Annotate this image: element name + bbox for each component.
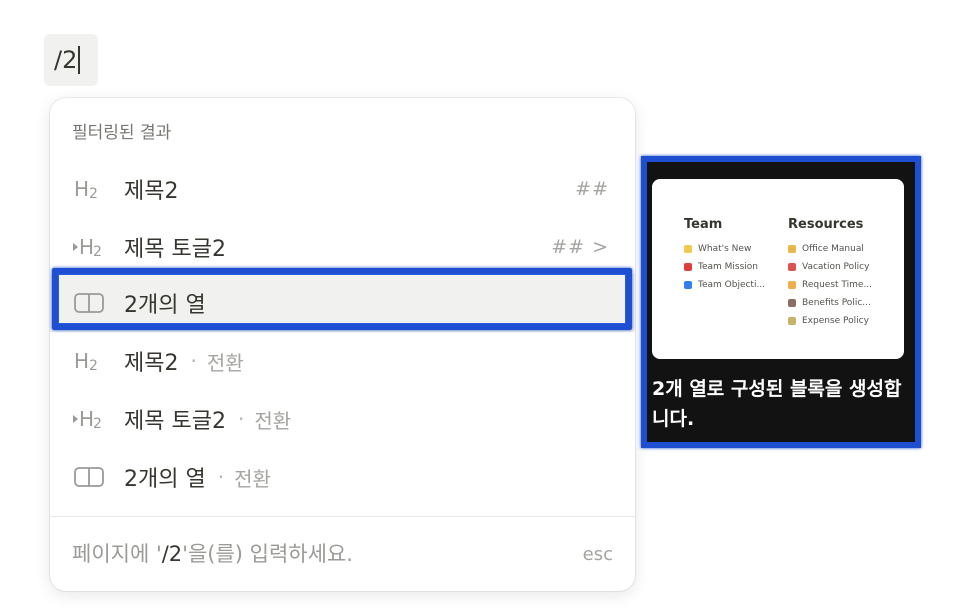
preview-row-label: Request Time... <box>802 280 873 290</box>
preview-column-team: Team What's New Team Mission Team Object… <box>684 217 765 294</box>
menu-item-title: 제목 토글2 <box>124 237 226 262</box>
preview-row: What's New <box>684 240 765 258</box>
section-label: 필터링된 결과 <box>72 123 172 143</box>
svg-text:H: H <box>74 350 89 372</box>
heading2-icon: H2 <box>72 175 106 203</box>
preview-row-label: What's New <box>698 244 752 254</box>
preview-row-label: Vacation Policy <box>802 262 870 272</box>
menu-item-separator: · <box>237 407 245 431</box>
command-query: /2 <box>54 46 78 74</box>
menu-item-heading2-turn-into[interactable]: H2 제목2 · 전환 <box>50 332 635 390</box>
menu-item-title: 2개의 열 <box>124 467 206 492</box>
svg-text:2: 2 <box>89 186 98 200</box>
footer-prefix: 페이지에 ' <box>72 542 162 566</box>
preview-row: Team Objecti... <box>684 276 765 294</box>
flag-icon <box>684 263 692 271</box>
preview-row: Benefits Polic... <box>788 294 872 312</box>
menu-item-shortcut: ## <box>575 178 609 200</box>
slash-command-menu: 필터링된 결과 H2 제목2 ## H2 제목 토글2 ## > 2개의 열 H… <box>50 98 635 591</box>
preview-column-heading: Resources <box>788 217 864 232</box>
coin-icon <box>788 299 796 307</box>
preview-thumbnail: Team What's New Team Mission Team Object… <box>652 179 904 359</box>
svg-text:2: 2 <box>93 244 102 258</box>
slash-command-input[interactable]: /2 <box>44 34 98 86</box>
menu-footer-hint: 페이지에 '/2'을(를) 입력하세요. <box>72 538 353 568</box>
preview-description: 2개 열로 구성된 블록을 생성합니다. <box>652 378 902 430</box>
svg-text:H: H <box>74 178 89 200</box>
preview-row-label: Team Mission <box>698 262 759 272</box>
folder-icon <box>788 245 796 253</box>
preview-row-label: Benefits Polic... <box>802 298 871 308</box>
block-preview-tooltip: Team What's New Team Mission Team Object… <box>641 156 921 448</box>
menu-item-subtitle: 전환 <box>206 350 244 375</box>
star-icon <box>684 245 692 253</box>
preview-column-heading: Team <box>684 217 723 232</box>
preview-row-label: Expense Policy <box>802 316 869 326</box>
menu-item-separator: · <box>190 349 197 373</box>
svg-text:H: H <box>79 236 94 258</box>
menu-item-title: 제목 토글2 <box>124 409 226 434</box>
preview-row: Team Mission <box>684 258 765 276</box>
car-icon <box>684 281 692 289</box>
menu-item-heading2[interactable]: H2 제목2 ## <box>50 160 635 218</box>
svg-text:2: 2 <box>89 358 98 372</box>
preview-column-resources: Resources Office Manual Vacation Policy … <box>788 217 872 330</box>
footer-suffix: '을(를) 입력하세요. <box>182 542 353 566</box>
selection-highlight <box>52 268 632 330</box>
text-caret <box>78 46 80 74</box>
footer-query: /2 <box>161 542 183 566</box>
menu-item-subtitle: 전환 <box>254 408 292 433</box>
columns-icon <box>72 463 106 491</box>
preview-row: Vacation Policy <box>788 258 872 276</box>
menu-item-toggle-heading2-turn-into[interactable]: H2 제목 토글2 · 전환 <box>50 390 635 448</box>
menu-item-shortcut: ## > <box>551 236 609 258</box>
preview-row: Expense Policy <box>788 312 872 330</box>
toggle-heading2-icon: H2 <box>72 233 106 261</box>
menu-item-title: 제목2 <box>124 351 179 376</box>
heading2-icon: H2 <box>72 347 106 375</box>
svg-text:H: H <box>79 408 94 430</box>
menu-item-title: 제목2 <box>124 179 179 204</box>
menu-item-two-columns-turn-into[interactable]: 2개의 열 · 전환 <box>50 448 635 506</box>
preview-row: Request Time... <box>788 276 872 294</box>
esc-hint[interactable]: esc <box>583 544 613 565</box>
car-icon <box>788 263 796 271</box>
menu-divider <box>50 516 635 517</box>
menu-item-subtitle: 전환 <box>234 466 271 491</box>
toggle-heading2-icon: H2 <box>72 405 106 433</box>
menu-item-separator: · <box>217 465 225 489</box>
preview-row-label: Team Objecti... <box>698 280 766 290</box>
money-icon <box>788 317 796 325</box>
preview-row: Office Manual <box>788 240 872 258</box>
smile-icon <box>788 281 796 289</box>
svg-text:2: 2 <box>93 416 102 430</box>
preview-row-label: Office Manual <box>802 244 864 254</box>
